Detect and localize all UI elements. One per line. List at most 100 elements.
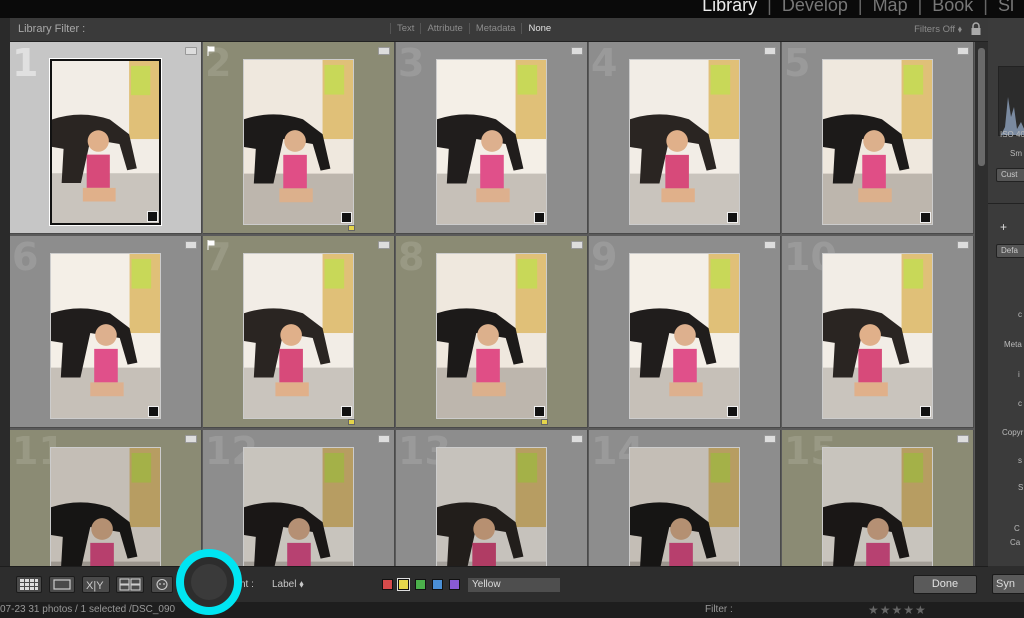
filmstrip-status-bar: 07-23 31 photos / 1 selected /DSC_090 Fi… — [0, 602, 1024, 618]
grid-cell[interactable]: 13 — [396, 430, 588, 566]
metadata-label: Meta — [1004, 340, 1022, 349]
compare-view-icon: X|Y — [86, 580, 104, 592]
photo-thumbnail[interactable] — [629, 253, 740, 419]
grid-cell[interactable]: 2 — [203, 42, 395, 234]
photo-thumbnail[interactable] — [436, 59, 547, 225]
compare-view-button[interactable]: X|Y — [82, 576, 110, 593]
grid-cell[interactable]: 5 — [782, 42, 974, 234]
badge-icon[interactable] — [378, 241, 390, 249]
photo-thumbnail[interactable] — [822, 59, 933, 225]
badge-icon[interactable] — [764, 241, 776, 249]
grid-cell[interactable]: 15 — [782, 430, 974, 566]
badge-icon[interactable] — [957, 241, 969, 249]
grid-cell[interactable]: 6 — [10, 236, 202, 428]
default-preset-dropdown[interactable]: Defa — [996, 244, 1024, 258]
photo-thumbnail[interactable] — [243, 59, 354, 225]
edited-badge-icon[interactable] — [147, 211, 158, 222]
module-book[interactable]: Book — [922, 0, 983, 14]
edited-badge-icon[interactable] — [341, 212, 352, 223]
badge-icon[interactable] — [571, 435, 583, 443]
grid-scrollbar-thumb[interactable] — [978, 48, 985, 166]
badge-icon[interactable] — [378, 435, 390, 443]
rating-filter-stars[interactable]: ★★★★★ — [868, 603, 927, 617]
badge-icon[interactable] — [764, 435, 776, 443]
grid-cell[interactable]: 12 — [203, 430, 395, 566]
badge-icon[interactable] — [957, 47, 969, 55]
color-label-field[interactable]: Yellow — [468, 578, 560, 592]
grid-cell[interactable]: 8 — [396, 236, 588, 428]
yellow-label-swatch[interactable] — [397, 578, 410, 591]
badge-icon[interactable] — [571, 47, 583, 55]
photo-thumbnail[interactable] — [629, 59, 740, 225]
grid-cell[interactable]: 4 — [589, 42, 781, 234]
edited-badge-icon[interactable] — [727, 406, 738, 417]
sort-dropdown[interactable]: Label ⬧ — [272, 579, 304, 590]
left-panel-edge[interactable] — [0, 18, 10, 568]
photo-thumbnail[interactable] — [629, 447, 740, 566]
edited-badge-icon[interactable] — [148, 406, 159, 417]
photo-thumbnail[interactable] — [436, 447, 547, 566]
module-library[interactable]: Library — [692, 0, 767, 14]
purple-label-swatch[interactable] — [449, 579, 460, 590]
edited-badge-icon[interactable] — [534, 212, 545, 223]
module-develop[interactable]: Develop — [772, 0, 858, 14]
red-label-swatch[interactable] — [382, 579, 393, 590]
photo-thumbnail[interactable] — [243, 447, 354, 566]
grid-cell[interactable]: 14 — [589, 430, 781, 566]
photo-thumbnail[interactable] — [50, 253, 161, 419]
green-label-swatch[interactable] — [415, 579, 426, 590]
badge-icon[interactable] — [571, 241, 583, 249]
loupe-view-button[interactable] — [49, 576, 75, 593]
filter-tab-metadata[interactable]: Metadata — [468, 23, 522, 34]
filter-tab-attribute[interactable]: Attribute — [420, 23, 468, 34]
filter-tab-none[interactable]: None — [521, 23, 557, 34]
baby-photo — [437, 254, 546, 418]
survey-view-button[interactable] — [116, 576, 144, 593]
edited-badge-icon[interactable] — [727, 212, 738, 223]
grid-cell[interactable]: 11 — [10, 430, 202, 566]
flag-icon[interactable] — [207, 46, 215, 56]
baby-photo — [823, 448, 932, 566]
baby-photo — [630, 254, 739, 418]
module-slideshow[interactable]: Sl — [988, 0, 1024, 14]
done-button[interactable]: Done — [913, 575, 977, 594]
photo-thumbnail[interactable] — [436, 253, 547, 419]
badge-icon[interactable] — [185, 47, 197, 55]
grid-view-button[interactable] — [16, 576, 42, 593]
add-icon[interactable]: + — [1000, 220, 1007, 234]
badge-icon[interactable] — [185, 241, 197, 249]
badge-icon[interactable] — [185, 435, 197, 443]
edited-badge-icon[interactable] — [920, 406, 931, 417]
grid-cell[interactable]: 3 — [396, 42, 588, 234]
edited-badge-icon[interactable] — [534, 406, 545, 417]
flag-icon[interactable] — [207, 240, 215, 250]
panel-letter: C — [1014, 524, 1020, 533]
badge-icon[interactable] — [957, 435, 969, 443]
filter-tab-text[interactable]: Text — [390, 23, 420, 34]
photo-thumbnail[interactable] — [50, 447, 161, 566]
people-view-button[interactable] — [151, 576, 173, 593]
grid-cell[interactable]: 7 — [203, 236, 395, 428]
photo-thumbnail[interactable] — [822, 447, 933, 566]
badge-icon[interactable] — [378, 47, 390, 55]
badge-icon[interactable] — [764, 47, 776, 55]
blue-label-swatch[interactable] — [432, 579, 443, 590]
sync-button[interactable]: Syn — [992, 574, 1024, 594]
module-map[interactable]: Map — [863, 0, 918, 14]
grid-view-icon — [20, 579, 38, 590]
photo-thumbnail[interactable] — [822, 253, 933, 419]
custom-preset-dropdown[interactable]: Cust — [996, 168, 1024, 182]
lock-icon[interactable] — [970, 22, 982, 36]
edited-badge-icon[interactable] — [341, 406, 352, 417]
edited-badge-icon[interactable] — [920, 212, 931, 223]
grid-cell[interactable]: 10 — [782, 236, 974, 428]
cursor-highlight-center — [191, 564, 227, 600]
grid-scrollbar[interactable] — [975, 42, 988, 566]
grid-cell[interactable]: 1 — [10, 42, 202, 234]
panel-letter: i — [1018, 370, 1020, 379]
sync-area: Syn — [988, 566, 1024, 602]
filter-presets-dropdown[interactable]: Filters Off ⬧ — [914, 24, 962, 35]
photo-thumbnail[interactable] — [243, 253, 354, 419]
grid-cell[interactable]: 9 — [589, 236, 781, 428]
photo-thumbnail[interactable] — [49, 58, 162, 226]
